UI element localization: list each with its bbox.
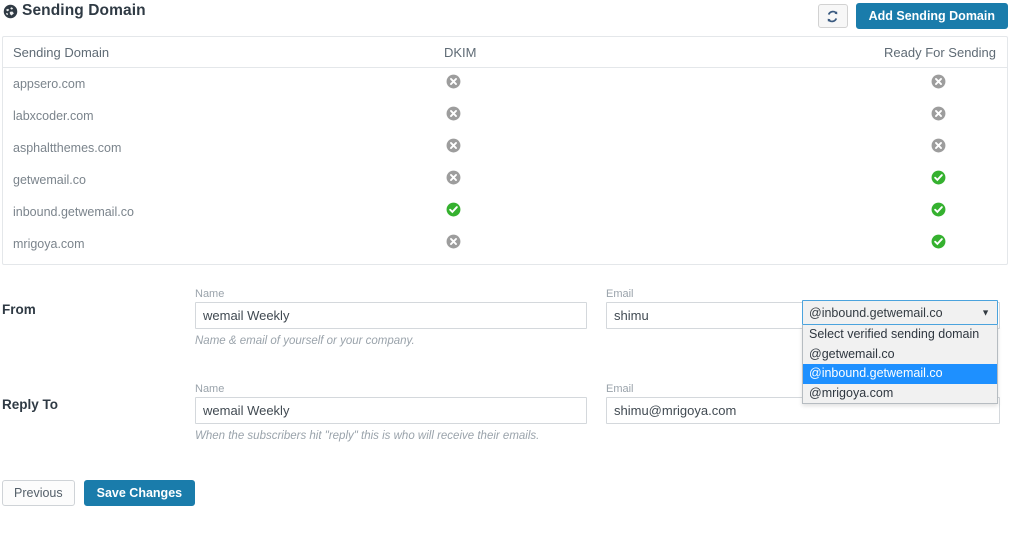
column-header-ready-for-sending: Ready For Sending — [884, 45, 997, 60]
from-name-field-label: Name — [195, 288, 225, 300]
table-row: appsero.com — [3, 68, 1007, 100]
domain-name-cell: asphaltthemes.com — [13, 141, 122, 155]
sending-domain-option[interactable]: @mrigoya.com — [803, 384, 997, 404]
domain-name-cell: labxcoder.com — [13, 109, 94, 123]
sending-domain-option[interactable]: @inbound.getwemail.co — [803, 364, 997, 384]
globe-icon — [3, 4, 18, 19]
ready-status-check-icon — [931, 202, 946, 217]
dkim-status-cross-icon — [446, 138, 461, 153]
from-helper-text: Name & email of yourself or your company… — [195, 335, 415, 347]
column-header-dkim: DKIM — [444, 45, 477, 60]
sending-domain-select-value: @inbound.getwemail.co — [809, 305, 943, 320]
table-row: labxcoder.com — [3, 100, 1007, 132]
form-footer: Previous Save Changes — [2, 480, 196, 506]
dkim-status-check-icon — [446, 202, 461, 217]
refresh-icon — [826, 10, 839, 23]
sending-domains-panel: Sending Domain DKIM Ready For Sending ap… — [2, 36, 1008, 265]
refresh-button[interactable] — [817, 4, 848, 28]
domain-name-cell: getwemail.co — [13, 173, 86, 187]
ready-status-cross-icon — [931, 138, 946, 153]
previous-button[interactable]: Previous — [2, 480, 75, 506]
from-email-field-label: Email — [606, 288, 634, 300]
save-changes-button[interactable]: Save Changes — [83, 480, 196, 506]
page-header: Sending Domain Add Sending Domain — [0, 0, 1024, 32]
dkim-status-cross-icon — [446, 170, 461, 185]
reply-to-name-field-label: Name — [195, 383, 225, 395]
domain-name-cell: mrigoya.com — [13, 237, 85, 251]
table-row: inbound.getwemail.co — [3, 196, 1007, 228]
dkim-status-cross-icon — [446, 106, 461, 121]
sending-domain-option[interactable]: Select verified sending domain — [803, 325, 997, 345]
header-actions: Add Sending Domain — [817, 3, 1008, 29]
chevron-down-icon: ▼ — [981, 307, 990, 317]
ready-status-check-icon — [931, 170, 946, 185]
sending-domain-page: Sending Domain Add Sending Domain Sendin… — [0, 0, 1024, 547]
from-name-input[interactable] — [195, 302, 587, 329]
sending-domain-option-list[interactable]: Select verified sending domain @getwemail… — [802, 325, 998, 404]
add-sending-domain-button[interactable]: Add Sending Domain — [855, 3, 1008, 29]
column-header-sending-domain: Sending Domain — [13, 45, 110, 60]
sending-domain-select-trigger[interactable]: @inbound.getwemail.co ▼ — [802, 300, 998, 325]
table-body: appsero.com labxcoder.com asphaltthemes.co… — [3, 68, 1007, 260]
table-row: getwemail.co — [3, 164, 1007, 196]
reply-to-name-group: Name When the subscribers hit "reply" th… — [195, 383, 587, 442]
ready-status-check-icon — [931, 234, 946, 249]
sending-domain-option[interactable]: @getwemail.co — [803, 345, 997, 365]
table-row: mrigoya.com — [3, 228, 1007, 260]
sending-domain-select[interactable]: @inbound.getwemail.co ▼ Select verified … — [802, 300, 998, 404]
reply-to-helper-text: When the subscribers hit "reply" this is… — [195, 430, 540, 442]
domain-name-cell: appsero.com — [13, 77, 86, 91]
from-label: From — [2, 302, 36, 317]
reply-to-name-input[interactable] — [195, 397, 587, 424]
dkim-status-cross-icon — [446, 74, 461, 89]
domain-name-cell: inbound.getwemail.co — [13, 205, 134, 219]
reply-to-label: Reply To — [2, 397, 59, 412]
ready-status-cross-icon — [931, 106, 946, 121]
table-row: asphaltthemes.com — [3, 132, 1007, 164]
dkim-status-cross-icon — [446, 234, 461, 249]
page-title: Sending Domain — [22, 2, 146, 19]
from-name-group: Name Name & email of yourself or your co… — [195, 288, 587, 347]
table-header-row: Sending Domain DKIM Ready For Sending — [3, 37, 1007, 68]
ready-status-cross-icon — [931, 74, 946, 89]
